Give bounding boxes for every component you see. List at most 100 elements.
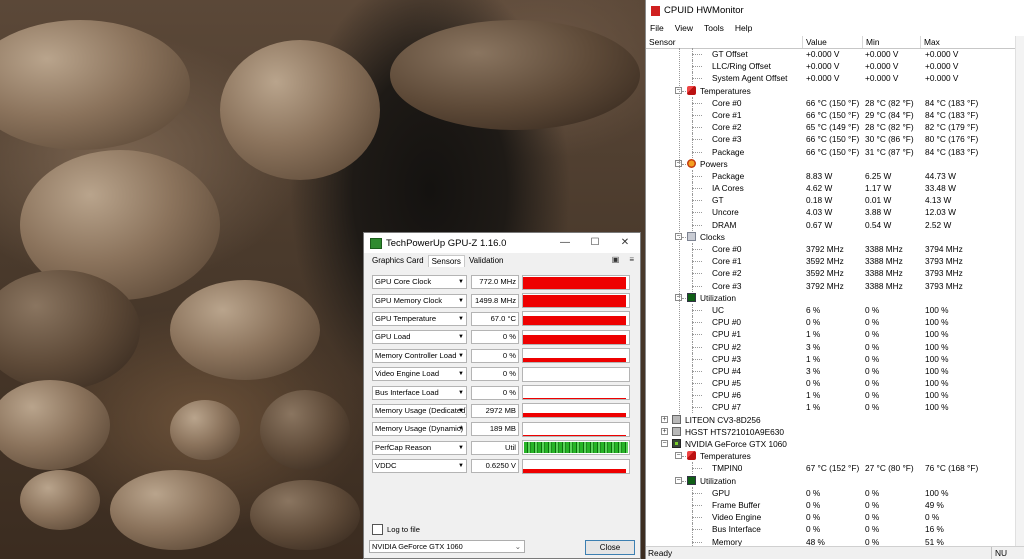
sensor-row[interactable]: Core #3 66 °C (150 °F) 30 °C (86 °F) 80 °C … — [646, 133, 1024, 146]
sensor-row: Memory Usage (Dedicated) ▼ 2972 MB — [372, 402, 636, 420]
sensor-value: +0.000 V — [806, 61, 840, 72]
menu-icon[interactable]: ≡ — [629, 255, 634, 264]
sensor-row[interactable]: GT Offset +0.000 V +0.000 V +0.000 V — [646, 48, 1024, 60]
gpuz-titlebar[interactable]: TechPowerUp GPU-Z 1.16.0 — ☐ ✕ — [364, 233, 640, 253]
sensor-row[interactable]: TMPIN0 67 °C (152 °F) 27 °C (80 °F) 76 °C (… — [646, 462, 1024, 475]
sensor-group[interactable]: − Temperatures — [646, 450, 1024, 462]
sensor-label: Core #3 — [712, 280, 742, 291]
sensor-row[interactable]: CPU #4 3 % 0 % 100 % — [646, 364, 1024, 377]
close-button[interactable]: Close — [585, 540, 635, 555]
drive-icon — [672, 426, 681, 436]
sensor-row[interactable]: Package 66 °C (150 °F) 31 °C (87 °F) 84 °C … — [646, 145, 1024, 158]
sensor-row[interactable]: Video Engine 0 % 0 % 0 % — [646, 511, 1024, 524]
expand-toggle-icon[interactable]: − — [661, 440, 668, 447]
device-node[interactable]: + LITEON CV3-8D256 — [646, 414, 1024, 426]
device-node[interactable]: − NVIDIA GeForce GTX 1060 — [646, 438, 1024, 450]
sensor-row[interactable]: Core #2 65 °C (149 °F) 28 °C (82 °F) 82 °C … — [646, 121, 1024, 134]
expand-toggle-icon[interactable]: + — [661, 415, 668, 423]
sensor-min: 3388 MHz — [865, 268, 903, 279]
minimize-icon[interactable]: — — [550, 233, 580, 253]
sensor-name-dropdown[interactable]: VDDC ▼ — [372, 459, 467, 474]
sensor-row[interactable]: CPU #6 1 % 0 % 100 % — [646, 389, 1024, 402]
sensor-name: Video Engine Load — [375, 369, 440, 379]
sensor-name-dropdown[interactable]: PerfCap Reason ▼ — [372, 440, 467, 455]
sensor-group[interactable]: − Temperatures — [646, 85, 1024, 97]
dropdown-arrow-icon: ▼ — [458, 426, 464, 433]
sensor-row[interactable]: GPU 0 % 0 % 100 % — [646, 486, 1024, 499]
log-to-file-checkbox[interactable] — [372, 524, 383, 535]
sensor-graph-fill — [523, 277, 626, 289]
sensor-row[interactable]: Uncore 4.03 W 3.88 W 12.03 W — [646, 206, 1024, 219]
sensor-row[interactable]: UC 6 % 0 % 100 % — [646, 303, 1024, 316]
sensor-min: 3.88 W — [865, 207, 892, 218]
sensor-row[interactable]: Core #2 3592 MHz 3388 MHz 3793 MHz — [646, 267, 1024, 280]
sensor-row[interactable]: Core #0 66 °C (150 °F) 28 °C (82 °F) 84 °C … — [646, 96, 1024, 109]
gpu-select-dropdown[interactable]: NVIDIA GeForce GTX 1060 ⌄ — [369, 540, 525, 553]
sensor-graph-fill — [523, 315, 626, 326]
sensor-name-dropdown[interactable]: Bus Interface Load ▼ — [372, 385, 467, 400]
sensor-name-dropdown[interactable]: GPU Load ▼ — [372, 330, 467, 345]
sensor-max: 12.03 W — [925, 207, 956, 218]
sensor-row[interactable]: CPU #5 0 % 0 % 100 % — [646, 377, 1024, 390]
collapse-toggle-icon[interactable]: − — [675, 476, 682, 484]
sensor-value: 0 % — [806, 499, 821, 510]
menu-help[interactable]: Help — [735, 23, 752, 33]
menu-tools[interactable]: Tools — [704, 23, 724, 33]
camera-icon[interactable]: ▣ — [612, 255, 620, 264]
cave-rock — [390, 20, 640, 130]
sensor-row[interactable]: System Agent Offset +0.000 V +0.000 V +0.00… — [646, 72, 1024, 85]
tab-graphics-card[interactable]: Graphics Card — [368, 254, 428, 267]
dropdown-arrow-icon: ▼ — [458, 407, 464, 414]
sensor-row[interactable]: CPU #1 1 % 0 % 100 % — [646, 328, 1024, 341]
hwmonitor-titlebar[interactable]: CPUID HWMonitor — [646, 0, 1024, 21]
column-value[interactable]: Value — [803, 36, 863, 48]
sensor-row[interactable]: DRAM 0.67 W 0.54 W 2.52 W — [646, 218, 1024, 231]
expand-toggle-icon[interactable]: + — [661, 427, 668, 435]
sensor-row[interactable]: IA Cores 4.62 W 1.17 W 33.48 W — [646, 182, 1024, 195]
sensor-row[interactable]: CPU #7 1 % 0 % 100 % — [646, 401, 1024, 414]
sensor-group[interactable]: − Clocks — [646, 231, 1024, 243]
column-sensor[interactable]: Sensor — [646, 36, 803, 48]
sensor-row[interactable]: Core #1 3592 MHz 3388 MHz 3793 MHz — [646, 255, 1024, 268]
menu-view[interactable]: View — [675, 23, 693, 33]
log-to-file[interactable]: Log to file — [372, 524, 420, 535]
sensor-row: Memory Usage (Dynamic) ▼ 189 MB — [372, 420, 636, 438]
sensor-label: Package — [712, 146, 745, 157]
sensor-name-dropdown[interactable]: GPU Core Clock ▼ — [372, 275, 467, 290]
close-icon[interactable]: ✕ — [610, 233, 640, 253]
cave-rock — [220, 40, 380, 180]
sensor-name-dropdown[interactable]: Video Engine Load ▼ — [372, 367, 467, 382]
sensor-row[interactable]: Core #1 66 °C (150 °F) 29 °C (84 °F) 84 °C … — [646, 108, 1024, 121]
sensor-row[interactable]: CPU #0 0 % 0 % 100 % — [646, 316, 1024, 329]
sensor-name-dropdown[interactable]: Memory Usage (Dynamic) ▼ — [372, 422, 467, 437]
sensor-name-dropdown[interactable]: GPU Memory Clock ▼ — [372, 293, 467, 308]
sensor-row[interactable]: GT 0.18 W 0.01 W 4.13 W — [646, 194, 1024, 207]
sensor-name-dropdown[interactable]: GPU Temperature ▼ — [372, 311, 467, 326]
sensor-row[interactable]: Core #0 3792 MHz 3388 MHz 3794 MHz — [646, 243, 1024, 255]
menu-file[interactable]: File — [650, 23, 664, 33]
sensor-group[interactable]: − Utilization — [646, 292, 1024, 304]
device-node[interactable]: + HGST HTS721010A9E630 — [646, 426, 1024, 438]
tab-sensors[interactable]: Sensors — [427, 255, 465, 267]
sensor-name-dropdown[interactable]: Memory Controller Load ▼ — [372, 348, 467, 363]
sensor-group[interactable]: − Utilization — [646, 475, 1024, 487]
sensor-value: 2972 MB — [471, 403, 519, 418]
sensor-value: +0.000 V — [806, 73, 840, 84]
maximize-icon[interactable]: ☐ — [580, 233, 610, 253]
sensor-row[interactable]: CPU #2 3 % 0 % 100 % — [646, 340, 1024, 353]
sensor-label: GT Offset — [712, 49, 748, 59]
sensor-row[interactable]: Frame Buffer 0 % 0 % 49 % — [646, 498, 1024, 511]
vertical-scrollbar[interactable] — [1015, 36, 1024, 547]
column-max[interactable]: Max — [921, 36, 1017, 48]
sensor-row[interactable]: CPU #3 1 % 0 % 100 % — [646, 352, 1024, 365]
column-min[interactable]: Min — [863, 36, 921, 48]
collapse-toggle-icon[interactable]: − — [675, 452, 682, 460]
sensor-row[interactable]: Core #3 3792 MHz 3388 MHz 3793 MHz — [646, 279, 1024, 292]
sensor-row[interactable]: Package 8.83 W 6.25 W 44.73 W — [646, 169, 1024, 182]
sensor-min: 0.01 W — [865, 195, 892, 206]
tab-validation[interactable]: Validation — [465, 254, 508, 267]
sensor-group[interactable]: − Powers — [646, 158, 1024, 170]
sensor-row[interactable]: Bus Interface 0 % 0 % 16 % — [646, 523, 1024, 536]
sensor-name-dropdown[interactable]: Memory Usage (Dedicated) ▼ — [372, 403, 467, 418]
sensor-row[interactable]: LLC/Ring Offset +0.000 V +0.000 V +0.000 V — [646, 60, 1024, 73]
